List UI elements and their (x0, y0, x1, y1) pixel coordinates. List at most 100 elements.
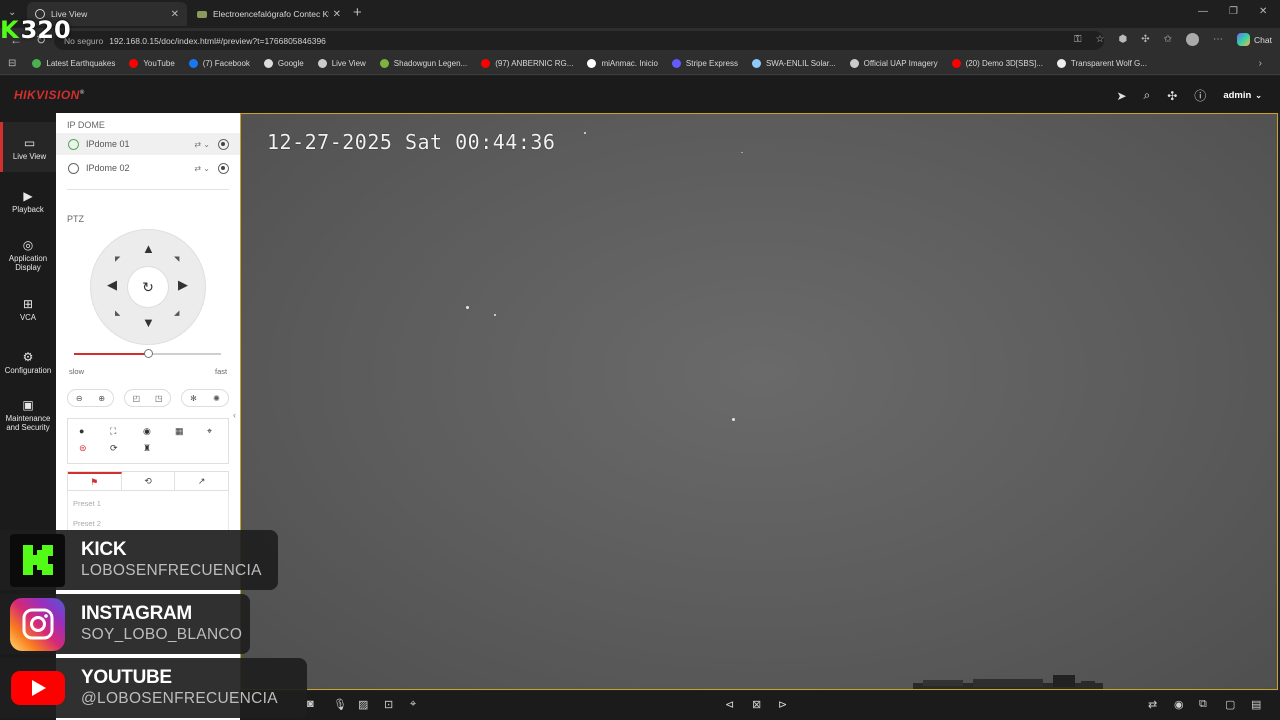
new-tab-button[interactable]: + (353, 4, 362, 21)
nav-application-display[interactable]: ◎ Application Display (0, 238, 56, 272)
bookmark-item[interactable]: (7) Facebook (188, 59, 250, 68)
menu-dots-icon[interactable]: ⋯ (1213, 34, 1223, 45)
bookmark-item[interactable]: Latest Earthquakes (32, 59, 115, 68)
minimize-icon[interactable]: — (1198, 6, 1208, 17)
stream-select-icon[interactable]: ⇄ ⌄ (194, 140, 210, 149)
search-icon[interactable]: ⌕ (1144, 88, 1151, 103)
tab-pattern[interactable]: ↗ (175, 472, 228, 490)
bookmark-item[interactable]: Transparent Wolf G... (1056, 59, 1147, 68)
window-ratio-icon[interactable]: ⧉ (1199, 698, 1207, 711)
ptz-down-left-icon[interactable]: ◣ (115, 309, 120, 317)
camera-item-ipdome-02[interactable]: IPdome 02 ⇄ ⌄ (56, 157, 240, 179)
nav-maintenance-security[interactable]: ▣ Maintenance and Security (0, 398, 56, 432)
tab-presets[interactable]: ⚑ (68, 472, 122, 490)
info-icon[interactable]: ⓘ (1194, 87, 1206, 104)
multi-view-icon[interactable]: ▦ (175, 426, 184, 437)
profile-avatar[interactable] (1186, 33, 1200, 46)
previous-page-icon[interactable]: ⊲ (725, 698, 734, 711)
patrol-icon: ⟲ (144, 475, 152, 486)
stream-select-icon[interactable]: ⇄ ⌄ (194, 164, 210, 173)
puzzle-icon[interactable]: ✣ (1167, 89, 1177, 103)
nav-configuration[interactable]: ⚙ Configuration (0, 350, 56, 375)
image-icon[interactable]: ▨ (358, 698, 368, 711)
zoom-out-icon[interactable]: ⊖ (76, 394, 83, 403)
sidebar-toggle-icon[interactable]: ⊟ (8, 58, 16, 69)
user-menu[interactable]: admin ⌄ (1223, 90, 1262, 101)
bookmark-item[interactable]: Google (263, 59, 304, 68)
tab-patrol[interactable]: ⟲ (122, 472, 176, 490)
key-icon[interactable]: ⚿ (1074, 34, 1082, 45)
bookmark-favicon-icon (587, 59, 597, 68)
favorite-star-icon[interactable]: ☆ (1096, 34, 1105, 45)
extension-icon[interactable]: ⬢ (1119, 34, 1128, 45)
ptz-speed-slider[interactable] (74, 349, 221, 358)
layout-icon[interactable]: ▤ (1251, 698, 1261, 711)
lens-init-icon[interactable]: ⟳ (110, 443, 118, 454)
nav-live-view[interactable]: ▭ Live View (0, 122, 56, 172)
auto-track-icon[interactable]: ⌖ (207, 426, 212, 437)
iris-close-icon[interactable]: ✻ (190, 394, 197, 403)
speed-slider-handle[interactable] (143, 349, 153, 358)
send-icon[interactable]: ➤ (1116, 89, 1126, 103)
full-screen-icon[interactable]: ▢ (1225, 698, 1235, 711)
preset-item[interactable]: Preset 2 (73, 519, 101, 528)
tab-close-icon[interactable]: ✕ (171, 9, 179, 20)
zoom-in-icon[interactable]: ⊕ (98, 394, 105, 403)
ptz-left-arrow-icon[interactable]: ◀ (107, 277, 117, 293)
ptz-up-left-icon[interactable]: ◤ (115, 255, 120, 263)
bookmark-item[interactable]: Shadowgun Legen... (379, 59, 468, 68)
ptz-up-arrow-icon[interactable]: ▲ (142, 241, 155, 256)
bookmark-item[interactable]: SWA-ENLIL Solar... (751, 59, 836, 68)
bookmark-item[interactable]: Official UAP Imagery (849, 59, 938, 68)
camera-item-ipdome-01[interactable]: IPdome 01 ⇄ ⌄ (56, 133, 240, 155)
stop-all-icon[interactable]: ⊠ (752, 698, 761, 711)
restore-icon[interactable]: ❐ (1229, 6, 1238, 17)
next-page-icon[interactable]: ⊳ (778, 698, 787, 711)
bookmark-favicon-icon (1056, 59, 1066, 68)
nav-vca[interactable]: ⊞ VCA (0, 297, 56, 322)
ptz-down-right-icon[interactable]: ◢ (174, 309, 179, 317)
bookmark-favicon-icon (951, 59, 961, 68)
microphone-icon[interactable]: 🎙 (333, 698, 347, 711)
puzzle-icon[interactable]: ✣ (1141, 34, 1149, 45)
ptz-direction-wheel[interactable]: ▲ ▼ ◀ ▶ ◤ ◥ ◣ ◢ ↻ (90, 229, 206, 345)
bookmark-item[interactable]: (20) Demo 3D[SBS]... (951, 59, 1043, 68)
chat-button[interactable]: Chat (1237, 33, 1272, 46)
ptz-down-arrow-icon[interactable]: ▼ (142, 315, 155, 330)
url-field[interactable]: No seguro 192.168.0.15/doc/index.html#/p… (54, 31, 1104, 50)
collapse-panel-icon[interactable]: ‹ (233, 410, 236, 420)
record-icon[interactable] (218, 162, 229, 174)
capture-icon[interactable]: ◙ (307, 698, 314, 710)
tab-close-icon[interactable]: ✕ (333, 9, 341, 20)
light-icon[interactable]: ● (79, 426, 84, 436)
record-icon[interactable] (218, 138, 229, 150)
live-video-view[interactable]: 12-27-2025 Sat 00:44:36 (240, 113, 1278, 690)
bookmark-item[interactable]: Stripe Express (671, 59, 738, 68)
focus-frame-icon[interactable]: ⛶ (110, 426, 116, 437)
bookmark-item[interactable]: Live View (317, 59, 366, 68)
more-bookmarks-chevron-icon[interactable]: › (1259, 58, 1262, 69)
wiper-icon[interactable]: ♜ (143, 443, 151, 454)
ptz-right-arrow-icon[interactable]: ▶ (178, 277, 188, 293)
browser-tab-electroencefalografo[interactable]: Electroencefalógrafo Contec Kt88 ✕ (189, 2, 349, 26)
social-card-youtube: YOUTUBE @LOBOSENFRECUENCIA (0, 658, 307, 718)
bookmark-label: Shadowgun Legen... (393, 59, 468, 68)
nav-playback[interactable]: ▶ Playback (0, 189, 56, 214)
one-touch-focus-icon[interactable]: ◉ (143, 426, 151, 437)
bookmark-item[interactable]: (97) ANBERNIC RG... (481, 59, 573, 68)
locate-icon[interactable]: ⌖ (410, 698, 416, 711)
ptz-auto-scan-button[interactable]: ↻ (128, 267, 168, 307)
favorites-icon[interactable]: ✩ (1164, 34, 1172, 45)
bookmark-item[interactable]: miAnmac. Inicio (587, 59, 658, 68)
iris-open-icon[interactable]: ✺ (213, 394, 220, 403)
bookmark-item[interactable]: YouTube (129, 59, 175, 68)
close-window-icon[interactable]: ✕ (1259, 6, 1267, 17)
focus-near-icon[interactable]: ◰ (132, 394, 140, 403)
ptz-up-right-icon[interactable]: ◥ (174, 255, 179, 263)
3d-zoom-icon[interactable]: ⊜ (79, 443, 87, 454)
stream-type-icon[interactable]: ⇄ (1148, 698, 1157, 711)
focus-far-icon[interactable]: ◳ (155, 394, 163, 403)
digital-zoom-icon[interactable]: ⊡ (384, 698, 393, 711)
record-all-icon[interactable]: ◉ (1174, 698, 1184, 711)
preset-item[interactable]: Preset 1 (73, 499, 101, 508)
